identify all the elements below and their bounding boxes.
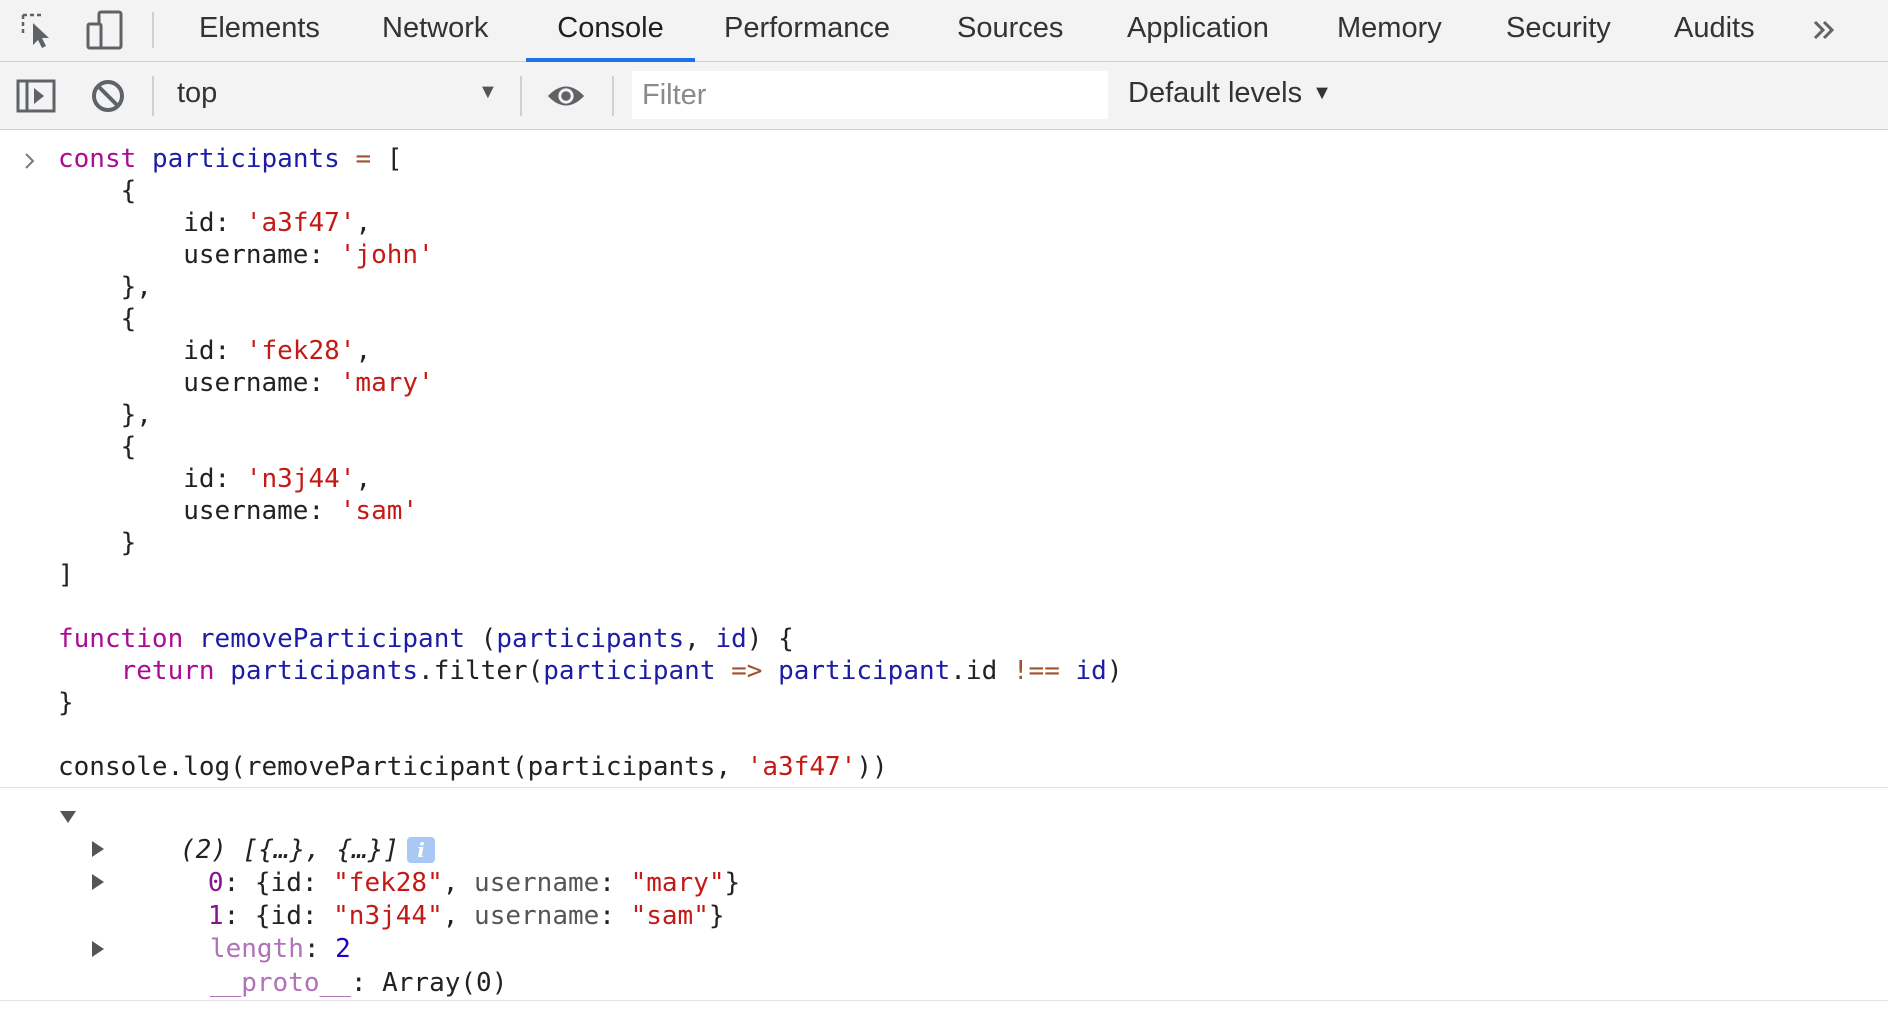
tab-elements[interactable]: Elements	[199, 0, 320, 62]
code-token: id:	[183, 336, 246, 366]
log-levels-label: Default levels	[1128, 77, 1303, 109]
code-token: id	[715, 624, 747, 654]
tab-security[interactable]: Security	[1506, 0, 1611, 62]
code-token: )	[1106, 656, 1123, 686]
code-token: (	[480, 624, 497, 654]
code-token: ,	[355, 336, 372, 366]
console-sidebar-icon[interactable]	[16, 76, 56, 116]
code-string: 'john'	[339, 240, 434, 270]
proto-key: __proto__	[209, 968, 351, 998]
code-string: 'sam'	[339, 496, 419, 526]
code-token: ,	[684, 624, 716, 654]
context-selector-value: top	[177, 77, 218, 109]
code-token: =>	[731, 656, 763, 686]
object-key: username	[474, 901, 600, 931]
array-length: length: 2	[116, 898, 351, 964]
console-toolbar: top ▼ Default levels ▼	[0, 62, 1888, 130]
object-preview: ,	[442, 901, 475, 931]
code-token: }	[58, 688, 74, 718]
code-string: 'fek28'	[245, 336, 356, 366]
code-token: .filter(	[418, 656, 544, 686]
code-string: 'a3f47'	[746, 752, 857, 782]
code-token: console.log(removeParticipant(participan…	[58, 752, 747, 782]
array-item-0[interactable]: 0: {id: "fek28", username: "mary"}	[92, 832, 740, 898]
tab-performance[interactable]: Performance	[724, 0, 890, 62]
tab-console-label: Console	[557, 12, 664, 44]
code-token: ]	[58, 560, 74, 590]
code-token: username:	[183, 496, 340, 526]
code-token: const	[58, 144, 137, 174]
code-token: ) {	[746, 624, 794, 654]
code-token: .id	[950, 656, 1013, 686]
console-prompt-chevron-icon	[25, 153, 35, 169]
code-token: participants	[151, 144, 340, 174]
code-token: ,	[355, 464, 372, 494]
tab-memory[interactable]: Memory	[1337, 0, 1442, 62]
code-token: participant	[543, 656, 716, 686]
expanded-triangle-icon	[60, 811, 76, 823]
array-item-1[interactable]: 1: {id: "n3j44", username: "sam"}	[92, 865, 725, 931]
code-token: !==	[1012, 656, 1060, 686]
chevron-down-icon: ▼	[1312, 82, 1332, 104]
chevron-down-icon: ▼	[478, 81, 498, 103]
more-tabs-chevron-icon[interactable]	[1804, 10, 1844, 50]
array-proto[interactable]: __proto__: Array(0)	[92, 932, 507, 998]
code-token: {	[120, 176, 137, 206]
code-token: function	[58, 624, 184, 654]
inspect-element-icon[interactable]	[18, 10, 58, 50]
tab-bar-separator	[152, 12, 154, 48]
message-divider	[0, 1000, 1888, 1001]
code-string: 'a3f47'	[245, 208, 356, 238]
tab-console[interactable]: Console	[526, 0, 695, 62]
code-string: 'n3j44'	[245, 464, 356, 494]
log-levels-dropdown[interactable]: Default levels ▼	[1128, 77, 1332, 110]
code-token: participants	[496, 624, 685, 654]
code-token: [	[386, 144, 403, 174]
code-token: {	[120, 432, 137, 462]
code-token: ,	[355, 208, 372, 238]
device-toolbar-icon[interactable]	[85, 10, 125, 50]
devtools-tab-bar: Elements Network Console Performance Sou…	[0, 0, 1888, 62]
collapsed-triangle-icon	[92, 841, 104, 857]
toolbar-separator	[520, 76, 522, 116]
live-expression-eye-icon[interactable]	[546, 76, 586, 116]
code-token: {	[120, 304, 137, 334]
console-input-code[interactable]: const participants = [ { id: 'a3f47', us…	[58, 143, 1123, 783]
object-preview: :	[599, 901, 631, 931]
object-preview: }	[724, 868, 741, 898]
code-token: ))	[856, 752, 888, 782]
collapsed-triangle-icon	[92, 874, 104, 890]
message-divider	[0, 787, 1888, 788]
tab-sources[interactable]: Sources	[957, 0, 1063, 62]
code-token: username:	[183, 368, 340, 398]
code-token: return	[120, 656, 215, 686]
tab-audits[interactable]: Audits	[1674, 0, 1755, 62]
toolbar-separator	[612, 76, 614, 116]
code-token: id:	[183, 208, 246, 238]
code-token: }	[120, 528, 137, 558]
code-token: removeParticipant	[198, 624, 465, 654]
code-token: participant	[778, 656, 951, 686]
proto-value: : Array(0)	[350, 968, 508, 998]
code-token: participants	[230, 656, 419, 686]
clear-console-icon[interactable]	[88, 76, 128, 116]
console-messages: const participants = [ { id: 'a3f47', us…	[0, 131, 1888, 1004]
array-summary[interactable]: (2) [{…}, {…}] i	[60, 799, 436, 865]
tab-application[interactable]: Application	[1127, 0, 1269, 62]
filter-input[interactable]	[632, 71, 1108, 119]
code-token: username:	[183, 240, 340, 270]
code-token: },	[120, 400, 152, 430]
object-string-value: "sam"	[630, 901, 709, 931]
code-token: },	[120, 272, 152, 302]
toolbar-separator	[152, 76, 154, 116]
tab-network[interactable]: Network	[382, 0, 488, 62]
object-preview: }	[708, 901, 725, 931]
code-token: id	[1075, 656, 1107, 686]
code-token: id:	[183, 464, 246, 494]
code-token: =	[355, 144, 372, 174]
code-string: 'mary'	[339, 368, 434, 398]
collapsed-triangle-icon	[92, 941, 104, 957]
